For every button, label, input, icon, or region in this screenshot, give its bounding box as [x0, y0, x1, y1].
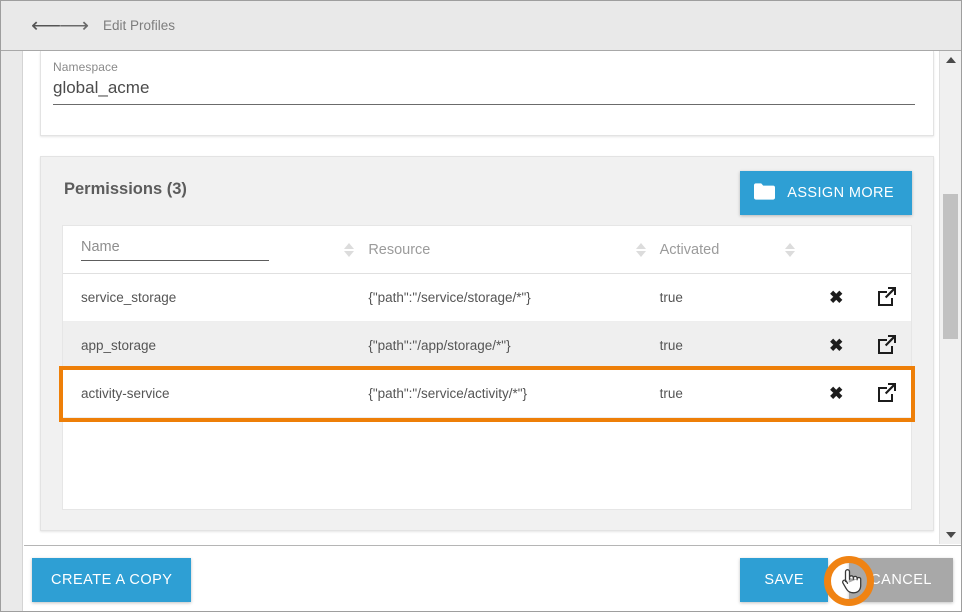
- remove-button[interactable]: ✖: [809, 337, 863, 354]
- remove-button[interactable]: ✖: [809, 385, 863, 402]
- create-a-copy-button[interactable]: CREATE A COPY: [32, 558, 191, 602]
- table-row[interactable]: activity-service {"path":"/service/activ…: [63, 370, 911, 418]
- page-body: Namespace global_acme Permissions (3) AS…: [1, 51, 961, 611]
- top-navigation-bar: ⟵ ⟶ Edit Profiles: [1, 1, 961, 51]
- namespace-input[interactable]: global_acme: [53, 78, 915, 105]
- left-gutter: [1, 51, 23, 611]
- cell-activated: true: [660, 386, 810, 401]
- open-button[interactable]: [863, 382, 911, 405]
- app-window: ⟵ ⟶ Edit Profiles Namespace global_acme …: [0, 0, 962, 612]
- permissions-table: Name Resource Activated: [62, 225, 912, 510]
- column-header-resource: Resource: [368, 242, 659, 258]
- page-title: Edit Profiles: [103, 18, 175, 33]
- name-filter-input[interactable]: Name: [81, 239, 269, 261]
- scrollable-content: Namespace global_acme Permissions (3) AS…: [24, 51, 939, 544]
- external-link-icon[interactable]: [876, 382, 898, 405]
- caret-up-icon[interactable]: [940, 51, 962, 69]
- table-row[interactable]: app_storage {"path":"/app/storage/*"} tr…: [63, 322, 911, 370]
- close-x-icon[interactable]: ✖: [829, 288, 843, 307]
- permissions-title: Permissions (3): [64, 180, 187, 199]
- namespace-label: Namespace: [53, 60, 915, 74]
- cell-name: service_storage: [63, 290, 368, 305]
- remove-button[interactable]: ✖: [809, 289, 863, 306]
- cell-name: activity-service: [63, 386, 368, 401]
- cell-activated: true: [660, 290, 810, 305]
- scrollbar-thumb[interactable]: [943, 194, 958, 339]
- open-button[interactable]: [863, 286, 911, 309]
- caret-down-icon[interactable]: [940, 526, 962, 544]
- footer-action-bar: CREATE A COPY SAVE CANCEL: [24, 545, 961, 611]
- namespace-field: Namespace global_acme: [53, 60, 915, 105]
- vertical-scrollbar[interactable]: [939, 51, 961, 544]
- cell-resource: {"path":"/service/storage/*"}: [368, 290, 659, 305]
- namespace-card: Namespace global_acme: [40, 51, 934, 136]
- table-header-row: Name Resource Activated: [63, 226, 911, 274]
- cell-name: app_storage: [63, 338, 368, 353]
- arrow-left-icon[interactable]: ⟵: [33, 13, 59, 39]
- cancel-button[interactable]: CANCEL: [849, 558, 953, 602]
- column-header-activated-label: Activated: [660, 242, 720, 258]
- close-x-icon[interactable]: ✖: [829, 384, 843, 403]
- permissions-panel: Permissions (3) ASSIGN MORE: [40, 156, 934, 531]
- cell-activated: true: [660, 338, 810, 353]
- permissions-header: Permissions (3) ASSIGN MORE: [41, 157, 933, 225]
- cell-resource: {"path":"/service/activity/*"}: [368, 386, 659, 401]
- close-x-icon[interactable]: ✖: [829, 336, 843, 355]
- open-button[interactable]: [863, 334, 911, 357]
- sort-toggle-resource[interactable]: [636, 243, 646, 257]
- sort-toggle-activated[interactable]: [785, 243, 795, 257]
- assign-more-button[interactable]: ASSIGN MORE: [740, 171, 912, 215]
- arrow-right-icon[interactable]: ⟶: [61, 13, 87, 39]
- save-button[interactable]: SAVE: [740, 558, 828, 602]
- external-link-icon[interactable]: [876, 334, 898, 357]
- sort-toggle-name[interactable]: [344, 243, 354, 257]
- column-header-name: Name: [63, 239, 368, 261]
- table-row[interactable]: service_storage {"path":"/service/storag…: [63, 274, 911, 322]
- folder-icon: [754, 183, 775, 204]
- column-header-activated: Activated: [660, 242, 810, 258]
- assign-more-label: ASSIGN MORE: [787, 185, 894, 201]
- external-link-icon[interactable]: [876, 286, 898, 309]
- cell-resource: {"path":"/app/storage/*"}: [368, 338, 659, 353]
- column-header-resource-label: Resource: [368, 242, 430, 258]
